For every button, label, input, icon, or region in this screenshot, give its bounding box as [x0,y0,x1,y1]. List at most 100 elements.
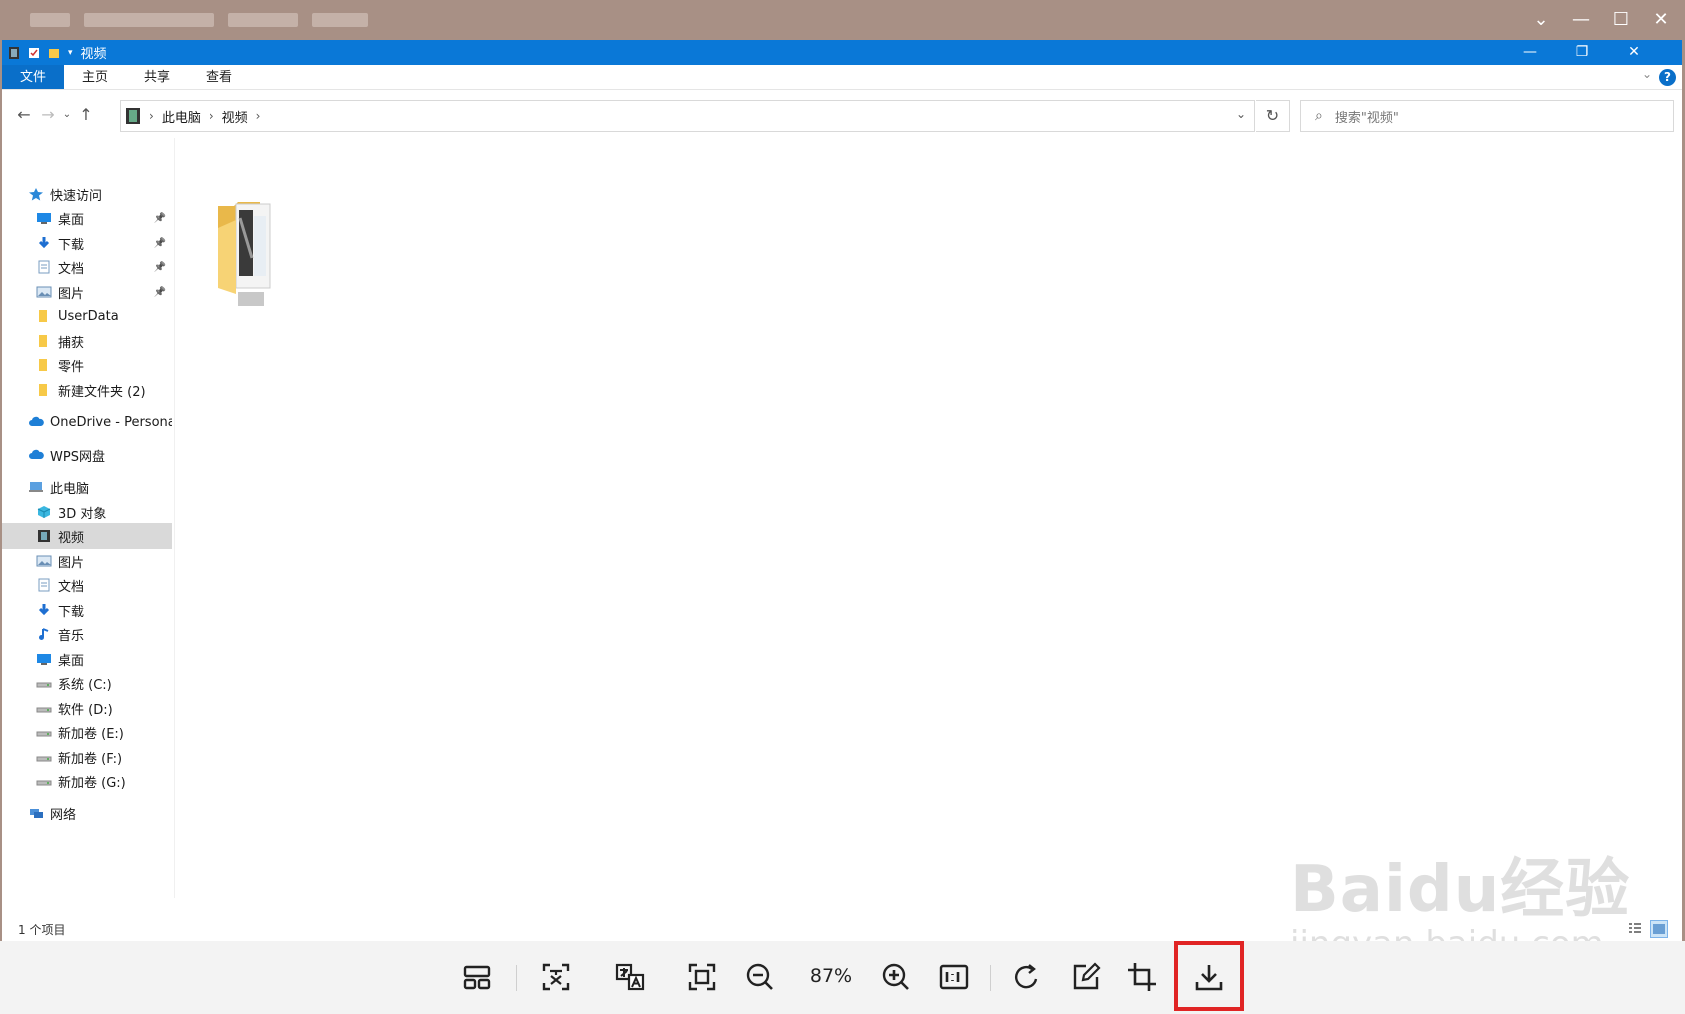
viewer-maximize-button[interactable]: ☐ [1606,9,1636,31]
address-row: ← → ⌄ ↑ › 此电脑 › 视频 › ⌄ ↻ ⌕ 搜索"视频" [2,90,1682,138]
nav-item-label: 快速访问 [50,188,103,204]
pin-icon[interactable]: 📌 [154,238,166,249]
nav-item-label: 新加卷 (E:) [58,726,124,742]
pin-icon[interactable]: 📌 [154,287,166,298]
star-icon [28,187,50,201]
document-icon [36,578,58,592]
crop-icon[interactable] [1120,955,1164,999]
nav-item[interactable]: 桌面 [2,646,172,672]
chevron-right-icon[interactable]: › [149,109,154,123]
rotate-icon[interactable] [1004,955,1048,999]
large-icons-view-icon[interactable] [1650,920,1668,938]
ocr-text-icon[interactable] [534,955,578,999]
nav-item[interactable]: 下载 [2,597,172,623]
nav-item[interactable]: 音乐 [2,621,172,647]
nav-item[interactable]: 网络 [2,800,172,826]
zoom-out-icon[interactable] [738,955,782,999]
drive-icon [36,774,58,788]
forward-icon[interactable]: → [36,105,60,124]
minimize-button[interactable]: — [1507,40,1553,65]
nav-item[interactable]: WPS网盘 [2,442,172,468]
blurred-title [312,13,368,27]
folder-item[interactable] [214,198,292,310]
nav-item[interactable]: 3D 对象 [2,499,172,525]
chevron-down-icon[interactable]: ⌄ [1236,107,1246,121]
viewer-collapse-button[interactable]: ⌄ [1526,9,1556,31]
nav-item-label: 此电脑 [50,481,90,497]
quick-access-toolbar: ▾ [2,46,73,60]
nav-item-label: 文档 [58,579,85,595]
pin-icon[interactable]: 📌 [154,213,166,224]
toolbar-divider [516,965,517,991]
address-bar[interactable]: › 此电脑 › 视频 › ⌄ [120,100,1255,132]
folder-icon [36,383,58,397]
tab-share[interactable]: 共享 [126,65,188,89]
viewer-title-bar: ⌄ — ☐ ✕ [0,0,1685,38]
expand-ribbon-icon[interactable]: ⌄ [1642,67,1652,81]
nav-item-label: 零件 [58,359,85,375]
fit-screen-icon[interactable] [680,955,724,999]
blurred-title [84,13,214,27]
translate-icon[interactable] [608,955,652,999]
navigation-pane: 快速访问 桌面 📌 下载 📌 文档 📌 图片 📌 UserData 捕获 零件 新建文件夹 (2) One… [2,138,172,898]
tab-home[interactable]: 主页 [64,65,126,89]
actual-size-icon[interactable] [932,955,976,999]
item-count: 1 个项目 [18,923,66,937]
refresh-icon[interactable]: ↻ [1256,100,1290,132]
nav-item[interactable]: 系统 (C:) [2,670,172,696]
nav-item[interactable]: 新加卷 (G:) [2,768,172,794]
nav-item[interactable]: UserData [2,303,172,329]
back-icon[interactable]: ← [12,105,36,124]
restore-button[interactable]: ❐ [1559,40,1605,65]
nav-item[interactable]: 新加卷 (F:) [2,744,172,770]
download-icon [36,603,58,617]
new-folder-icon[interactable] [48,46,60,60]
help-icon[interactable]: ? [1659,69,1676,86]
nav-item-label: 文档 [58,261,85,277]
cube-icon [36,505,58,519]
nav-item[interactable]: 文档 📌 [2,254,172,280]
search-input[interactable]: ⌕ 搜索"视频" [1300,100,1674,132]
recent-locations-icon[interactable]: ⌄ [60,109,74,120]
close-button[interactable]: ✕ [1611,40,1657,65]
nav-item-label: 新建文件夹 (2) [58,384,146,400]
nav-item-label: 系统 (C:) [58,677,112,693]
nav-item[interactable]: 捕获 [2,328,172,354]
layout-icon[interactable] [455,955,499,999]
viewer-minimize-button[interactable]: — [1566,9,1596,31]
nav-item[interactable]: 图片 📌 [2,279,172,305]
nav-item-label: 网络 [50,807,77,823]
video-icon [36,529,58,543]
nav-item-label: 捕获 [58,335,85,351]
nav-item-label: 图片 [58,555,85,571]
breadcrumb-videos[interactable]: 视频 [222,107,248,126]
nav-item[interactable]: 软件 (D:) [2,695,172,721]
download-icon [36,236,58,250]
tab-file[interactable]: 文件 [2,65,65,89]
breadcrumb-this-pc[interactable]: 此电脑 [162,107,201,126]
edit-icon[interactable] [1064,955,1108,999]
nav-item[interactable]: 零件 [2,352,172,378]
nav-item[interactable]: 此电脑 [2,474,172,500]
nav-item[interactable]: 快速访问 [2,181,172,207]
zoom-in-icon[interactable] [874,955,918,999]
nav-item[interactable]: 图片 [2,548,172,574]
chevron-right-icon[interactable]: › [209,109,214,123]
nav-item-label: 图片 [58,286,85,302]
customize-quick-access-icon[interactable]: ▾ [68,48,73,58]
drive-icon [36,676,58,690]
nav-item[interactable]: OneDrive - Persona [2,409,172,435]
tab-view[interactable]: 查看 [188,65,250,89]
up-icon[interactable]: ↑ [74,105,98,124]
nav-item[interactable]: 新加卷 (E:) [2,719,172,745]
nav-item[interactable]: 文档 [2,572,172,598]
nav-item[interactable]: 新建文件夹 (2) [2,377,172,403]
properties-icon[interactable] [28,46,40,60]
pane-divider[interactable] [174,138,175,898]
nav-item[interactable]: 下载 📌 [2,230,172,256]
pin-icon[interactable]: 📌 [154,262,166,273]
nav-item[interactable]: 桌面 📌 [2,205,172,231]
chevron-right-icon[interactable]: › [256,109,261,123]
nav-item[interactable]: 视频 [2,523,172,549]
viewer-close-button[interactable]: ✕ [1646,9,1676,31]
